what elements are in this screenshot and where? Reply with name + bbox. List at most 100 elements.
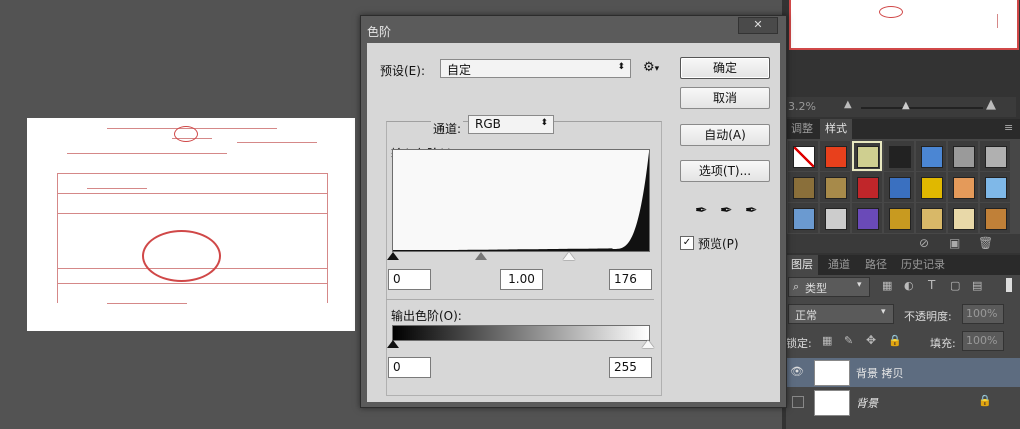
style-swatch[interactable]: [788, 141, 818, 171]
styles-panel-tabbar: 调整 样式 ≡: [786, 119, 1020, 139]
filter-adjustment-icon[interactable]: ◐: [904, 279, 914, 292]
layer-row-background-copy[interactable]: 👁 背景 拷贝: [786, 358, 1020, 387]
filter-pixel-icon[interactable]: ▦: [882, 279, 892, 292]
filter-smart-icon[interactable]: ▤: [972, 279, 982, 292]
style-swatch[interactable]: [916, 141, 946, 171]
cancel-button[interactable]: 取消: [680, 87, 770, 109]
styles-panel-footer: ⊘ ▣ 🗑: [786, 234, 1020, 253]
style-swatch[interactable]: [820, 203, 850, 233]
style-swatch[interactable]: [916, 172, 946, 202]
style-swatch[interactable]: [916, 203, 946, 233]
tab-adjustments[interactable]: 调整: [786, 119, 818, 139]
output-black-field[interactable]: 0: [388, 357, 431, 378]
blend-mode-select[interactable]: 正常 ▾: [788, 304, 894, 324]
channel-value: RGB: [475, 117, 501, 131]
fill-label: 填充:: [930, 337, 956, 350]
style-swatch[interactable]: [980, 203, 1010, 233]
style-swatch[interactable]: [884, 172, 914, 202]
style-swatch[interactable]: [948, 203, 978, 233]
navigator-thumbnail[interactable]: [789, 0, 1019, 50]
zoom-slider[interactable]: [861, 107, 983, 109]
black-eyedropper-icon[interactable]: ✒: [695, 201, 708, 219]
input-white-slider[interactable]: [563, 252, 575, 260]
zoom-out-icon[interactable]: ▲: [844, 99, 852, 110]
zoom-in-icon[interactable]: ▲: [986, 97, 996, 112]
output-gradient: [392, 325, 650, 341]
tab-channels[interactable]: 通道: [823, 255, 855, 275]
tab-paths[interactable]: 路径: [860, 255, 892, 275]
lock-label: 锁定:: [786, 337, 812, 350]
output-white-field[interactable]: 255: [609, 357, 652, 378]
lock-transparent-icon[interactable]: ▦: [822, 334, 832, 347]
auto-button[interactable]: 自动(A): [680, 124, 770, 146]
lock-image-icon[interactable]: ✎: [844, 334, 853, 347]
style-swatch[interactable]: [788, 203, 818, 233]
filter-toggle[interactable]: [1006, 278, 1012, 292]
ok-button[interactable]: 确定: [680, 57, 770, 79]
close-button[interactable]: ✕: [738, 17, 778, 34]
clear-style-icon[interactable]: ⊘: [919, 236, 929, 250]
style-swatch[interactable]: [820, 172, 850, 202]
input-black-slider[interactable]: [387, 252, 399, 260]
style-swatch[interactable]: [980, 172, 1010, 202]
preset-select[interactable]: 自定 ⬍: [440, 59, 631, 78]
style-swatch[interactable]: [852, 172, 882, 202]
layer-name[interactable]: 背景 拷贝: [856, 365, 904, 381]
fill-input[interactable]: 100%: [962, 331, 1004, 351]
style-swatch[interactable]: [884, 141, 914, 171]
layer-name[interactable]: 背景: [856, 395, 878, 411]
input-gamma-field[interactable]: 1.00: [500, 269, 543, 290]
tab-history[interactable]: 历史记录: [896, 255, 950, 275]
opacity-label: 不透明度:: [904, 310, 952, 323]
dialog-title: 色阶: [367, 25, 392, 39]
layer-thumbnail: [814, 360, 850, 386]
style-swatch[interactable]: [980, 141, 1010, 171]
visibility-toggle[interactable]: [792, 396, 804, 408]
layer-filter-value: 类型: [805, 282, 827, 295]
style-swatch[interactable]: [852, 141, 882, 171]
new-style-icon[interactable]: ▣: [949, 236, 960, 250]
histogram-curve: [393, 152, 649, 251]
filter-type-icon[interactable]: T: [928, 278, 935, 292]
input-gamma-slider[interactable]: [475, 252, 487, 260]
style-swatch[interactable]: [948, 141, 978, 171]
lock-all-icon[interactable]: 🔒: [888, 334, 902, 347]
divider: [386, 299, 654, 300]
input-black-field[interactable]: 0: [388, 269, 431, 290]
zoom-slider-handle[interactable]: ▲: [902, 100, 910, 111]
tab-layers[interactable]: 图层: [786, 255, 818, 275]
style-swatch[interactable]: [852, 203, 882, 233]
preview-checkbox[interactable]: ✓: [680, 236, 694, 250]
lock-position-icon[interactable]: ✥: [866, 333, 876, 347]
chevron-updown-icon: ⬍: [540, 118, 548, 128]
dialog-titlebar[interactable]: 色阶 ✕: [361, 16, 786, 43]
gray-eyedropper-icon[interactable]: ✒: [720, 201, 733, 219]
channel-label: 通道:: [431, 120, 464, 137]
gear-icon[interactable]: ⚙▾: [643, 60, 659, 75]
layer-filter-select[interactable]: ⌕ 类型 ▾: [788, 277, 870, 297]
canvas-document[interactable]: [27, 118, 355, 331]
channel-select[interactable]: RGB ⬍: [468, 115, 554, 134]
eye-icon[interactable]: 👁: [790, 365, 806, 379]
filter-shape-icon[interactable]: ▢: [950, 279, 960, 292]
output-black-slider[interactable]: [387, 340, 399, 348]
white-eyedropper-icon[interactable]: ✒: [745, 201, 758, 219]
output-white-slider[interactable]: [642, 340, 654, 348]
tab-styles[interactable]: 样式: [820, 119, 852, 139]
input-white-field[interactable]: 176: [609, 269, 652, 290]
opacity-input[interactable]: 100%: [962, 304, 1004, 324]
search-icon: ⌕: [793, 280, 800, 293]
fill-value: 100%: [966, 334, 998, 347]
zoom-value[interactable]: 3.2%: [788, 100, 816, 113]
delete-style-icon[interactable]: 🗑: [978, 236, 993, 250]
output-levels-label: 输出色阶(O):: [391, 309, 462, 323]
options-button[interactable]: 选项(T)...: [680, 160, 770, 182]
layer-row-background[interactable]: 背景 🔒: [786, 388, 1020, 417]
panel-menu-icon[interactable]: ≡: [1004, 121, 1013, 134]
navigator-zoom-bar: 3.2% ▲ ▲ ▲: [786, 97, 1016, 117]
style-swatch[interactable]: [820, 141, 850, 171]
histogram-graph: [393, 152, 649, 251]
style-swatch[interactable]: [788, 172, 818, 202]
style-swatch[interactable]: [884, 203, 914, 233]
style-swatch[interactable]: [948, 172, 978, 202]
